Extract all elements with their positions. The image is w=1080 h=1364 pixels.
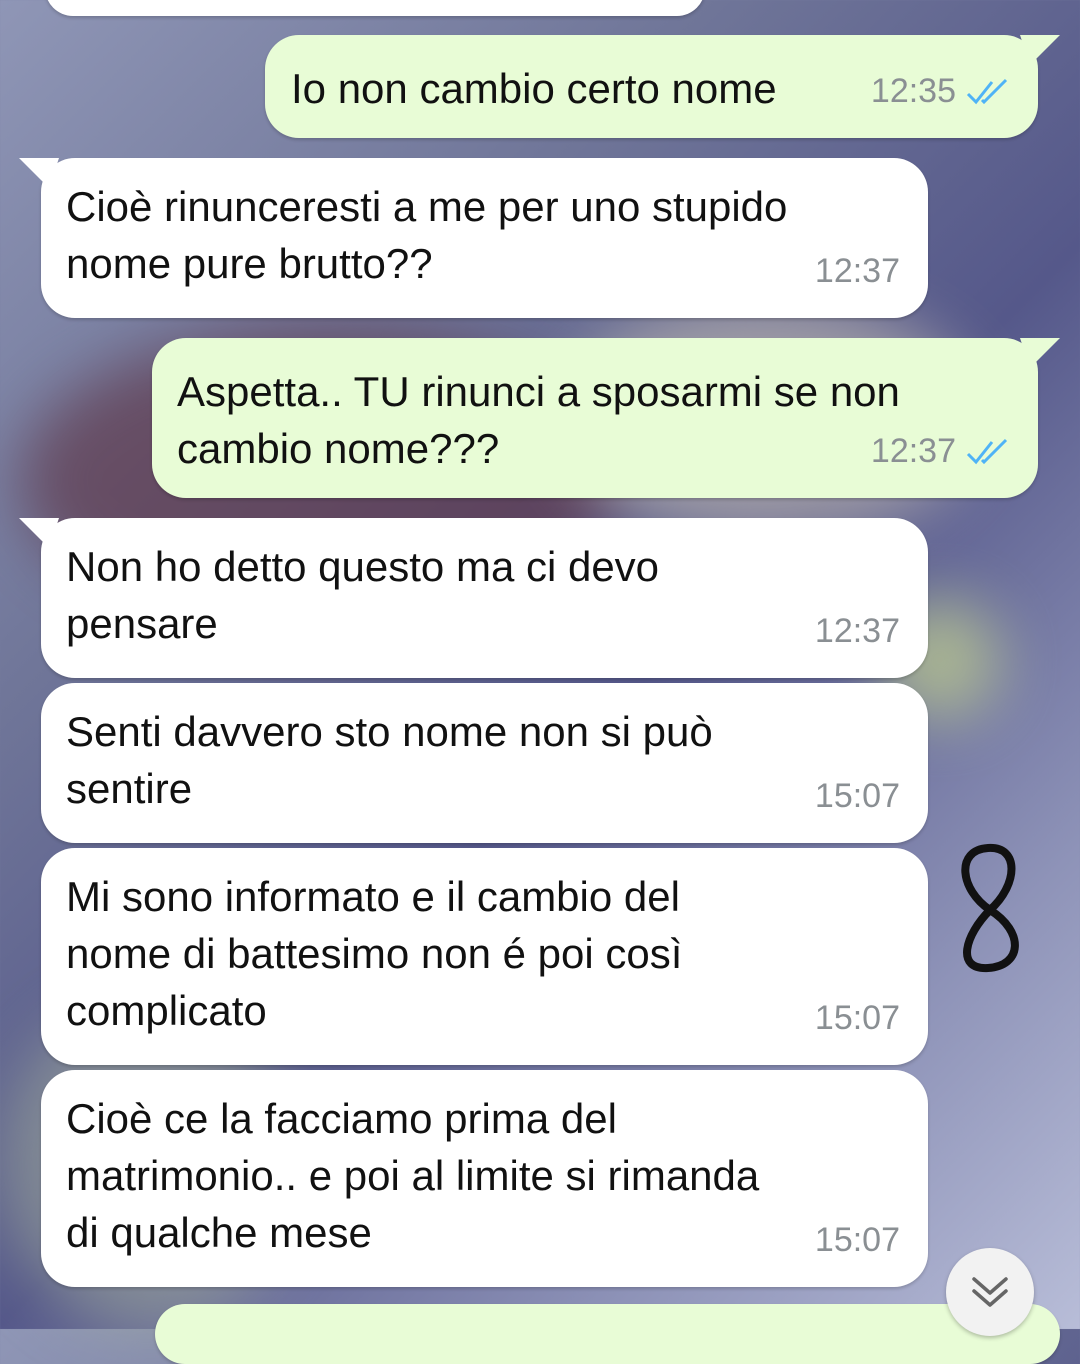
message-time: 12:37 — [814, 612, 900, 650]
message-time: 15:07 — [814, 999, 900, 1037]
message-bubble-incoming[interactable]: Mi sono informato e il cambio del nome d… — [41, 848, 928, 1065]
message-bubble-incoming[interactable]: Senti davvero sto nome non si può sentir… — [41, 683, 928, 843]
bubble-tail — [19, 518, 59, 548]
message-text: Cioè rinunceresti a me per uno stupido n… — [66, 183, 788, 287]
bubble-tail — [1020, 35, 1060, 65]
partial-message-bubble[interactable] — [155, 1304, 1060, 1364]
double-check-icon — [966, 78, 1008, 104]
chevron-double-down-icon — [972, 1277, 1008, 1307]
message-text: Non ho detto questo ma ci devo pensare — [66, 543, 660, 647]
message-bubble-incoming[interactable]: Cioè rinunceresti a me per uno stupido n… — [19, 158, 928, 318]
message-time: 12:37 — [814, 252, 900, 290]
bubble-tail — [1020, 338, 1060, 368]
message-bubble-incoming[interactable]: Non ho detto questo ma ci devo pensare 1… — [19, 518, 928, 678]
message-bubble-outgoing[interactable]: Aspetta.. TU rinunci a sposarmi se non c… — [152, 338, 1060, 498]
bubble-tail — [19, 158, 59, 188]
message-time: 12:37 — [870, 432, 956, 470]
scroll-to-bottom-button[interactable] — [946, 1248, 1034, 1336]
partial-message-bubble[interactable] — [45, 0, 705, 16]
message-time: 12:35 — [870, 72, 956, 110]
message-text: Cioè ce la facciamo prima del matrimonio… — [66, 1095, 760, 1256]
message-bubble-incoming[interactable]: Cioè ce la facciamo prima del matrimonio… — [41, 1070, 928, 1287]
message-bubble-outgoing[interactable]: Io non cambio certo nome 12:35 — [265, 35, 1060, 138]
handwritten-eight-icon — [961, 844, 1019, 973]
message-text: Senti davvero sto nome non si può sentir… — [66, 708, 713, 812]
message-text: Mi sono informato e il cambio del nome d… — [66, 873, 683, 1034]
message-time: 15:07 — [814, 777, 900, 815]
double-check-icon — [966, 438, 1008, 464]
message-time: 15:07 — [814, 1221, 900, 1259]
